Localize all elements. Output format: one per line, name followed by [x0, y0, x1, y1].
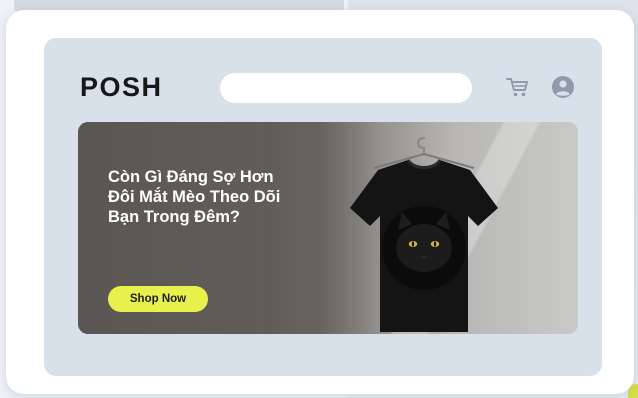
hero-banner: Còn Gì Đáng Sợ Hơn Đôi Mắt Mèo Theo Dõi … [78, 122, 578, 334]
hero-headline: Còn Gì Đáng Sợ Hơn Đôi Mắt Mèo Theo Dõi … [108, 167, 348, 227]
headline-line-1: Còn Gì Đáng Sợ Hơn [108, 168, 274, 186]
headline-line-3: Bạn Trong Đêm? [108, 208, 241, 226]
device-card: POSH Còn Gì Đáng Sợ Hơn Đôi Mắt Mèo Theo… [6, 10, 634, 394]
account-icon [551, 75, 575, 104]
shop-now-button[interactable]: Shop Now [108, 286, 208, 312]
cart-button[interactable] [504, 76, 530, 102]
account-button[interactable] [550, 75, 576, 104]
headline-line-2: Đôi Mắt Mèo Theo Dõi [108, 188, 281, 206]
storefront-frame: POSH Còn Gì Đáng Sợ Hơn Đôi Mắt Mèo Theo… [44, 38, 602, 376]
cart-icon [505, 76, 529, 103]
store-logo[interactable]: POSH [80, 74, 163, 101]
search-input[interactable] [220, 73, 472, 103]
product-tshirt-image[interactable] [328, 130, 508, 334]
